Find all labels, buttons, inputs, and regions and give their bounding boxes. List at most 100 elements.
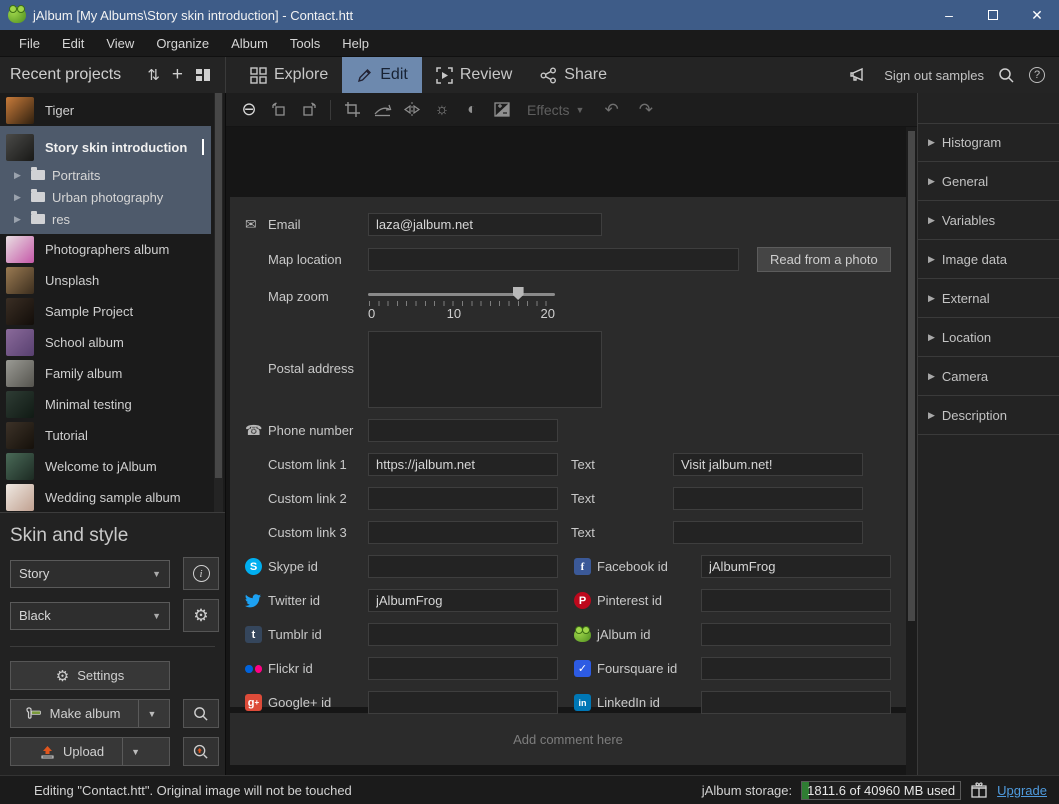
recent-project[interactable]: Welcome to jAlbum — [0, 451, 211, 482]
panel-section-external[interactable]: ▶External — [918, 279, 1059, 318]
custom-link-1-text-field[interactable] — [673, 453, 863, 476]
menu-album[interactable]: Album — [220, 32, 279, 55]
menu-help[interactable]: Help — [331, 32, 380, 55]
flip-icon[interactable] — [399, 98, 425, 122]
menu-organize[interactable]: Organize — [145, 32, 220, 55]
menu-file[interactable]: File — [8, 32, 51, 55]
facebook-id-field[interactable] — [701, 555, 891, 578]
minimize-button[interactable]: – — [927, 0, 971, 30]
maximize-button[interactable] — [971, 0, 1015, 30]
sidebar-scrollbar[interactable] — [214, 93, 223, 512]
expand-arrow-icon[interactable]: ▶ — [14, 214, 24, 225]
upload-dropdown[interactable]: ▼ — [122, 738, 140, 765]
map-location-field[interactable] — [368, 248, 739, 271]
custom-link-3-url-field[interactable] — [368, 521, 558, 544]
skin-info-button[interactable]: i — [183, 557, 219, 590]
custom-link-2-text-field[interactable] — [673, 487, 863, 510]
linkedin-id-field[interactable] — [701, 691, 891, 714]
recent-project[interactable]: Family album — [0, 358, 211, 389]
main-scrollbar[interactable] — [906, 127, 917, 775]
tab-share[interactable]: Share — [526, 57, 621, 93]
panel-section-location[interactable]: ▶Location — [918, 318, 1059, 357]
project-subfolder-portraits[interactable]: ▶Portraits — [0, 164, 211, 186]
postal-address-field[interactable] — [368, 331, 602, 408]
help-icon[interactable]: ? — [1029, 67, 1045, 83]
recent-project[interactable]: Unsplash — [0, 265, 211, 296]
custom-link-2-url-field[interactable] — [368, 487, 558, 510]
panel-section-histogram[interactable]: ▶Histogram — [918, 123, 1059, 162]
skin-select[interactable]: Story▼ — [10, 560, 170, 588]
style-select[interactable]: Black▼ — [10, 602, 170, 630]
effects-dropdown[interactable]: Effects▼ — [527, 102, 584, 118]
phone-icon: ☎ — [245, 422, 268, 439]
brightness-icon[interactable]: ☼ — [429, 98, 455, 122]
megaphone-icon[interactable] — [850, 66, 870, 84]
project-subfolder-urban-photography[interactable]: ▶Urban photography — [0, 186, 211, 208]
google-id-field[interactable] — [368, 691, 558, 714]
tab-explore[interactable]: Explore — [236, 57, 342, 93]
sort-icon[interactable]: ⇅ — [141, 66, 166, 84]
expand-arrow-icon[interactable]: ▶ — [14, 192, 24, 203]
tab-review[interactable]: Review — [422, 57, 526, 93]
pinterest-id-field[interactable] — [701, 589, 891, 612]
custom-link-3-text-field[interactable] — [673, 521, 863, 544]
recent-project[interactable]: Tiger — [0, 95, 211, 126]
exposure-icon[interactable] — [489, 98, 515, 122]
tab-edit[interactable]: Edit — [342, 57, 422, 93]
twitter-id-field[interactable] — [368, 589, 558, 612]
preview-upload-button[interactable] — [183, 737, 219, 766]
slider-thumb[interactable] — [513, 287, 524, 300]
recent-project-selected[interactable]: Story skin introduction — [0, 130, 211, 164]
preview-button[interactable] — [183, 699, 219, 728]
recent-project[interactable]: Photographers album — [0, 234, 211, 265]
recent-project[interactable]: Minimal testing — [0, 389, 211, 420]
rotate-right-icon[interactable] — [296, 98, 322, 122]
chevron-right-icon: ▶ — [928, 371, 935, 382]
close-button[interactable]: ✕ — [1015, 0, 1059, 30]
straighten-icon[interactable] — [369, 98, 395, 122]
make-album-dropdown[interactable]: ▼ — [138, 700, 156, 727]
flickr-id-field[interactable] — [368, 657, 558, 680]
settings-button[interactable]: ⚙ Settings — [10, 661, 170, 690]
upgrade-link[interactable]: Upgrade — [997, 783, 1047, 798]
skype-id-field[interactable] — [368, 555, 558, 578]
recent-project[interactable]: Sample Project — [0, 296, 211, 327]
phone-field[interactable] — [368, 419, 558, 442]
recent-project[interactable]: School album — [0, 327, 211, 358]
collapse-icon[interactable]: ⊖ — [236, 98, 262, 122]
expand-arrow-icon[interactable]: ▶ — [14, 170, 24, 181]
project-subfolder-res[interactable]: ▶res — [0, 208, 211, 230]
custom-link-1-url-field[interactable] — [368, 453, 558, 476]
read-from-photo-button[interactable]: Read from a photo — [757, 247, 891, 272]
panel-section-camera[interactable]: ▶Camera — [918, 357, 1059, 396]
add-project-icon[interactable]: + — [166, 64, 189, 86]
email-field[interactable] — [368, 213, 602, 236]
layout-icon[interactable] — [189, 67, 217, 83]
panel-section-description[interactable]: ▶Description — [918, 396, 1059, 435]
tumblr-id-field[interactable] — [368, 623, 558, 646]
social-row: g+Google+ idinLinkedIn id — [245, 691, 906, 714]
map-zoom-slider[interactable]: 0 10 20 — [368, 287, 555, 317]
foursquare-id-field[interactable] — [701, 657, 891, 680]
style-settings-button[interactable]: ⚙ — [183, 599, 219, 632]
recent-project[interactable]: Tutorial — [0, 420, 211, 451]
upload-button[interactable]: Upload ▼ — [10, 737, 170, 766]
contrast-icon[interactable]: ◐ — [459, 98, 485, 122]
jalbum-id-field[interactable] — [701, 623, 891, 646]
menu-edit[interactable]: Edit — [51, 32, 95, 55]
undo-icon[interactable]: ↶ — [596, 100, 626, 120]
comment-box[interactable]: Add comment here — [230, 713, 906, 765]
make-album-button[interactable]: Make album ▼ — [10, 699, 170, 728]
recent-project[interactable]: Wedding sample album — [0, 482, 211, 512]
search-icon[interactable] — [998, 67, 1015, 84]
panel-section-general[interactable]: ▶General — [918, 162, 1059, 201]
sign-out-button[interactable]: Sign out samples — [884, 68, 984, 83]
panel-section-variables[interactable]: ▶Variables — [918, 201, 1059, 240]
rotate-left-icon[interactable] — [266, 98, 292, 122]
panel-section-image-data[interactable]: ▶Image data — [918, 240, 1059, 279]
redo-icon[interactable]: ↷ — [631, 100, 661, 120]
crop-icon[interactable] — [339, 98, 365, 122]
gift-icon[interactable] — [970, 781, 988, 799]
menu-tools[interactable]: Tools — [279, 32, 331, 55]
menu-view[interactable]: View — [95, 32, 145, 55]
